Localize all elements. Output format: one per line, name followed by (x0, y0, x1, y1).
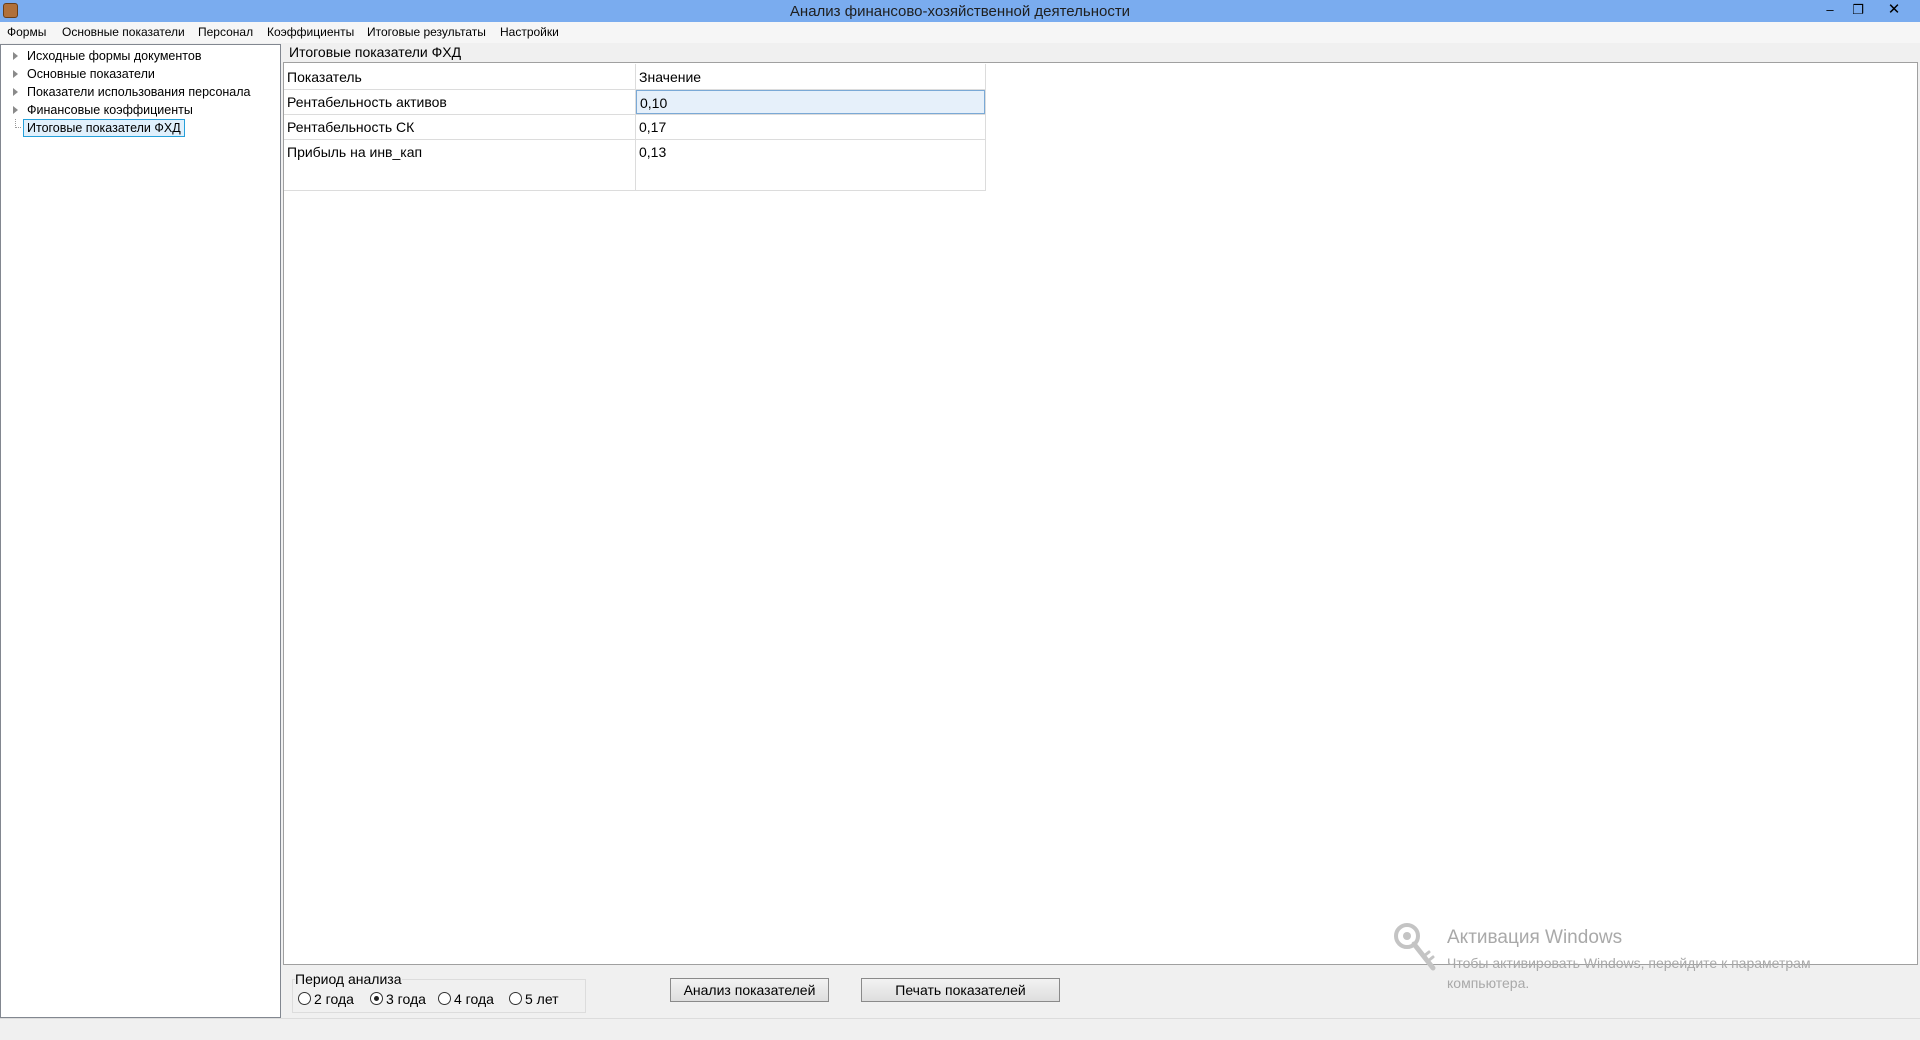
restore-button[interactable]: ❐ (1844, 0, 1872, 20)
row-indicator-cell[interactable]: Рентабельность СК (284, 115, 635, 139)
menu-main-indicators[interactable]: Основные показатели (62, 25, 185, 39)
radio-4-years[interactable]: 4 года (438, 989, 504, 1007)
navigation-tree: Исходные формы документов Основные показ… (0, 44, 281, 1018)
tree-connector-line (15, 119, 21, 128)
radio-label[interactable]: 2 года (314, 991, 354, 1007)
radio-dot-icon (374, 996, 379, 1001)
menu-final-results[interactable]: Итоговые результаты (367, 25, 486, 39)
radio-circle[interactable] (509, 992, 522, 1005)
activation-watermark: Активация Windows Чтобы активировать Win… (1393, 922, 1893, 992)
menu-bar: Формы Основные показатели Персонал Коэфф… (0, 22, 1920, 43)
menu-coefficients[interactable]: Коэффициенты (267, 25, 354, 39)
row-value-cell[interactable]: 0,17 (636, 115, 985, 139)
tree-item-label[interactable]: Основные показатели (27, 67, 155, 81)
radio-5-years[interactable]: 5 лет (509, 989, 569, 1007)
radio-label[interactable]: 3 года (386, 991, 426, 1007)
tree-item-label[interactable]: Финансовые коэффициенты (27, 103, 193, 117)
menu-forms[interactable]: Формы (7, 25, 46, 39)
radio-circle-checked[interactable] (370, 992, 383, 1005)
tree-item-label-selected[interactable]: Итоговые показатели ФХД (23, 119, 185, 137)
minimize-button[interactable]: – (1816, 0, 1844, 20)
tree-item-financial-coefficients[interactable]: Финансовые коэффициенты (1, 101, 280, 118)
menu-settings[interactable]: Настройки (500, 25, 559, 39)
tree-item-personnel-usage[interactable]: Показатели использования персонала (1, 83, 280, 100)
key-icon (1394, 923, 1436, 971)
row-value-cell[interactable]: 0,13 (636, 140, 985, 190)
radio-circle[interactable] (298, 992, 311, 1005)
radio-label[interactable]: 4 года (454, 991, 494, 1007)
content-area (283, 62, 1918, 965)
period-label: Период анализа (295, 971, 402, 987)
row-indicator-cell[interactable]: Рентабельность активов (284, 90, 635, 114)
tree-item-label[interactable]: Показатели использования персонала (27, 85, 251, 99)
analyze-indicators-button[interactable]: Анализ показателей (670, 978, 829, 1002)
expand-arrow-icon[interactable] (13, 88, 18, 96)
window-title: Анализ финансово-хозяйственной деятельно… (789, 3, 1131, 20)
panel-title: Итоговые показатели ФХД (289, 44, 462, 60)
close-button[interactable]: ✕ (1880, 0, 1908, 20)
tree-item-main-indicators[interactable]: Основные показатели (1, 65, 280, 82)
status-bar (0, 1018, 1920, 1040)
radio-circle[interactable] (438, 992, 451, 1005)
title-bar: Анализ финансово-хозяйственной деятельно… (0, 0, 1920, 22)
tree-item-label[interactable]: Исходные формы документов (27, 49, 201, 63)
expand-arrow-icon[interactable] (13, 70, 18, 78)
column-header-value[interactable]: Значение (636, 65, 985, 89)
watermark-title: Активация Windows (1447, 927, 1623, 948)
expand-arrow-icon[interactable] (13, 106, 18, 114)
menu-personnel[interactable]: Персонал (198, 25, 253, 39)
radio-2-years[interactable]: 2 года (298, 989, 364, 1007)
radio-label[interactable]: 5 лет (525, 991, 559, 1007)
tree-item-final-indicators[interactable]: Итоговые показатели ФХД (1, 119, 280, 137)
watermark-subtitle: Чтобы активировать Windows, перейдите к … (1447, 955, 1811, 991)
radio-3-years[interactable]: 3 года (370, 989, 436, 1007)
tree-item-source-forms[interactable]: Исходные формы документов (1, 47, 280, 64)
print-indicators-button[interactable]: Печать показателей (861, 978, 1060, 1002)
grid-line (985, 64, 986, 191)
expand-arrow-icon[interactable] (13, 52, 18, 60)
row-value-cell-selected[interactable]: 0,10 (636, 90, 985, 114)
row-indicator-cell[interactable]: Прибыль на инв_кап (284, 140, 635, 190)
column-header-indicator[interactable]: Показатель (284, 65, 635, 89)
